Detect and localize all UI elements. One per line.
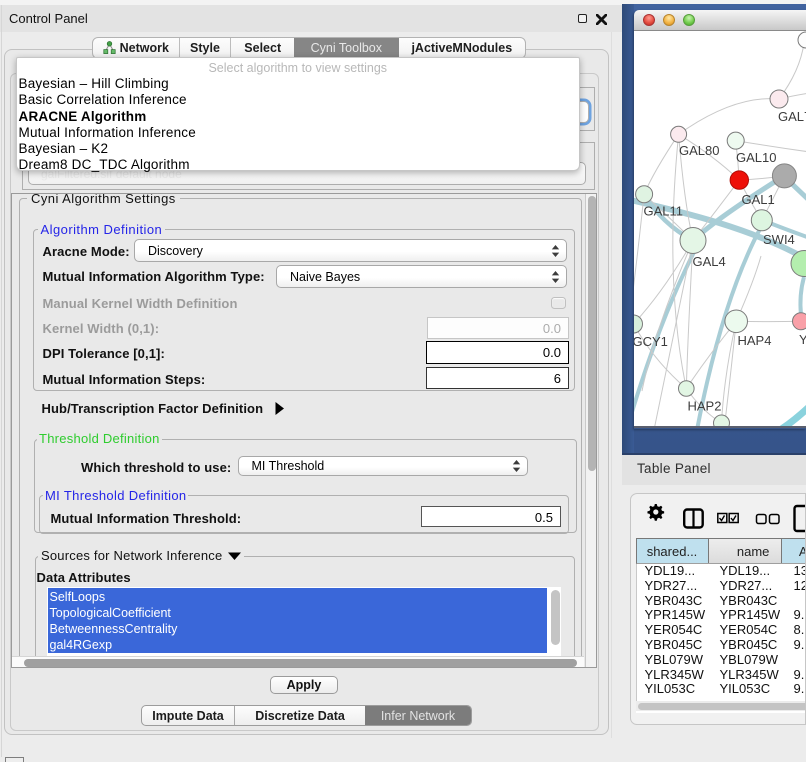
svg-text:HAP4: HAP4 bbox=[738, 333, 772, 348]
svg-text:GAL7: GAL7 bbox=[778, 109, 806, 124]
svg-text:GAL4: GAL4 bbox=[693, 254, 726, 269]
svg-text:HAP2: HAP2 bbox=[688, 399, 722, 414]
svg-text:GAL1: GAL1 bbox=[742, 192, 775, 207]
svg-text:SWI4: SWI4 bbox=[763, 232, 795, 247]
svg-text:GAL10: GAL10 bbox=[736, 150, 776, 165]
svg-text:GAL80: GAL80 bbox=[679, 143, 719, 158]
svg-text:GCY1: GCY1 bbox=[634, 334, 668, 349]
svg-text:YC: YC bbox=[799, 332, 806, 347]
svg-text:GAL11: GAL11 bbox=[644, 204, 684, 219]
